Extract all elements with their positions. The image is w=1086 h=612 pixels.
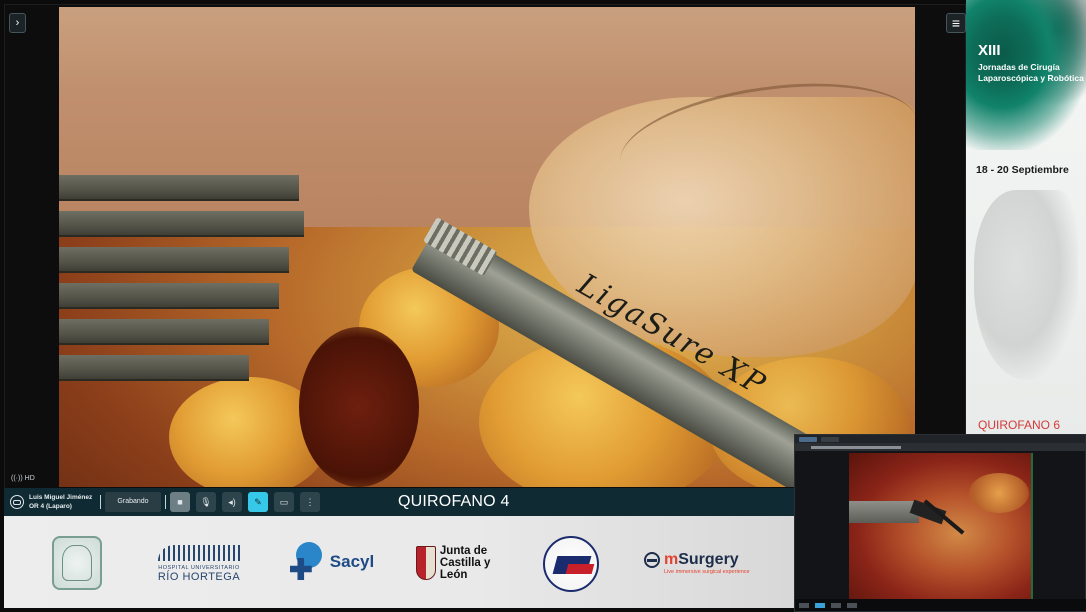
divider xyxy=(165,495,166,509)
screen-share-button[interactable]: ▭ xyxy=(274,492,294,512)
dark-cavity xyxy=(299,327,419,487)
msurgery-logo: mSurgery Live immersive surgical experie… xyxy=(644,546,756,580)
chevron-right-icon: › xyxy=(15,17,20,29)
screen-share-icon: ▭ xyxy=(279,496,289,507)
vr-headset-icon xyxy=(10,495,24,509)
divider xyxy=(100,495,101,509)
grasper-jaw xyxy=(59,319,269,345)
grasper-jaw xyxy=(59,247,289,273)
fat-region xyxy=(969,473,1029,513)
grasper-jaw xyxy=(59,355,249,381)
msurgery-tagline: Live immersive surgical experience xyxy=(664,569,750,575)
microphone-button[interactable]: 🎙 xyxy=(196,492,216,512)
hospital-rio-hortega-logo: HOSPITAL UNIVERSITARIO RÍO HORTEGA xyxy=(154,542,244,586)
picture-in-picture-window[interactable] xyxy=(794,434,1086,612)
society-circle-logo xyxy=(543,536,599,592)
poster-edition: XIII xyxy=(978,42,1001,59)
hd-badge: ((·)) HD xyxy=(11,475,35,482)
control-bar: Luis Miguel Jiménez OR 4 (Laparo) Graban… xyxy=(4,488,794,516)
event-poster: XIII Jornadas de Cirugía Laparoscópica y… xyxy=(966,0,1086,436)
pen-button[interactable]: ✎ xyxy=(248,492,268,512)
hd-label: HD xyxy=(24,475,35,482)
sponsor-strip: HOSPITAL UNIVERSITARIO RÍO HORTEGA Sacyl… xyxy=(4,516,794,608)
robotic-hand-graphic xyxy=(974,190,1078,380)
conference-stream-screen: LigaSure XP › ≡ ((·)) HD Luis Miguel Jim… xyxy=(0,0,1086,612)
vr-headset-icon xyxy=(644,552,660,568)
grasper-jaw xyxy=(59,211,304,237)
pip-surgical-video[interactable] xyxy=(849,453,1033,599)
junta-line2: Castilla y León xyxy=(439,557,491,581)
room-title: QUIROFANO 4 xyxy=(398,493,510,510)
second-room-title: QUIROFANO 6 xyxy=(978,418,1061,432)
hamburger-menu-icon: ≡ xyxy=(951,15,961,31)
taskbar-icon[interactable] xyxy=(831,602,841,608)
taskbar-icon[interactable] xyxy=(847,602,857,608)
speaker-icon: ◂) xyxy=(228,496,236,507)
taskbar-icon[interactable] xyxy=(815,602,825,608)
microphone-icon: 🎙 xyxy=(200,496,212,507)
user-location: OR 4 (Laparo) xyxy=(29,503,72,510)
hospital-waves-graphic xyxy=(158,545,240,561)
msurgery-m: m xyxy=(664,551,679,568)
surgical-video-feed[interactable]: LigaSure XP xyxy=(59,7,915,487)
camera-icon: ■ xyxy=(177,497,183,507)
sacyl-name: Sacyl xyxy=(329,552,375,571)
poster-dates: 18 - 20 Septiembre xyxy=(976,164,1069,176)
grasper-instrument xyxy=(59,175,309,415)
pip-address-bar[interactable] xyxy=(795,443,1085,451)
pip-tab[interactable] xyxy=(821,436,839,442)
pip-browser-tabs xyxy=(795,435,1085,443)
university-seal-logo xyxy=(52,536,102,590)
speaker-button[interactable]: ◂) xyxy=(222,492,242,512)
pip-taskbar xyxy=(795,599,1086,611)
grasper-jaw xyxy=(59,283,279,309)
expand-sidebar-button[interactable]: › xyxy=(9,13,26,33)
user-name: Luis Miguel Jiménez xyxy=(29,494,93,501)
coat-of-arms-icon xyxy=(416,546,436,580)
hospital-name: RÍO HORTEGA xyxy=(157,571,241,583)
signal-icon: ((·)) xyxy=(11,475,23,482)
recording-status-button[interactable]: Grabando xyxy=(105,492,161,512)
sacyl-cross-icon xyxy=(289,542,324,582)
pen-icon: ✎ xyxy=(254,496,262,507)
camera-button[interactable]: ■ xyxy=(170,492,190,512)
taskbar-icon[interactable] xyxy=(799,602,809,608)
sacyl-logo: Sacyl xyxy=(286,540,378,584)
poster-title: Jornadas de Cirugía Laparoscópica y Robó… xyxy=(978,62,1084,83)
grasper-jaw xyxy=(59,175,299,201)
grasper-instrument xyxy=(849,501,919,523)
more-vertical-icon: ⋮ xyxy=(305,496,315,507)
more-options-button[interactable]: ⋮ xyxy=(300,492,320,512)
junta-castilla-leon-logo: Junta de Castilla y León xyxy=(416,538,506,588)
junta-line1: Junta de xyxy=(439,545,488,557)
pip-tab[interactable] xyxy=(799,436,817,442)
msurgery-name: Surgery xyxy=(678,551,739,568)
user-info: Luis Miguel Jiménez OR 4 (Laparo) xyxy=(4,488,96,516)
menu-button[interactable]: ≡ xyxy=(946,13,966,33)
